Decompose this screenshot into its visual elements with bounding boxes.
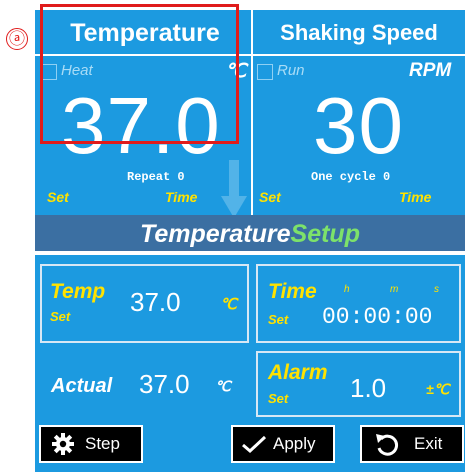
apply-button-label: Apply (273, 434, 316, 453)
actual-value: 37.0 (139, 369, 190, 399)
time-hours-label: h (344, 284, 350, 295)
alarm-set-unit: ±℃ (426, 381, 450, 397)
undo-arrow-icon (376, 434, 399, 456)
step-button-label: Step (85, 434, 120, 453)
header-divider (35, 54, 465, 56)
repeat-count: Repeat 0 (127, 170, 185, 184)
panel-divider (251, 10, 253, 215)
shaking-speed-value: 30 (313, 81, 404, 170)
temp-time-label: Time (165, 189, 198, 205)
dialog-title: TemperatureSetup (35, 215, 465, 251)
run-checkbox[interactable] (257, 64, 273, 80)
actual-label: Actual (51, 375, 113, 397)
time-field-set-label: Set (268, 312, 289, 327)
temperature-value: 37.0 (61, 81, 221, 170)
temp-field-set-label: Set (50, 309, 71, 324)
dialog-title-accent: Setup (290, 220, 360, 248)
temp-set-field[interactable]: Temp Set 37.0 ℃ (40, 264, 249, 343)
apply-button[interactable]: Apply (231, 425, 335, 463)
temp-field-label: Temp (50, 280, 106, 303)
speed-set-label: Set (259, 189, 281, 205)
cycle-count: One cycle 0 (311, 170, 391, 184)
time-minutes-label: m (390, 284, 399, 295)
device-screen: Temperature Shaking Speed Heat ℃ 37.0 Re… (35, 10, 465, 472)
temp-set-unit: ℃ (220, 296, 237, 313)
dialog-title-main: Temperature (140, 220, 291, 248)
checkmark-icon (242, 435, 267, 454)
dialog-divider (35, 251, 465, 255)
alarm-set-value: 1.0 (350, 373, 387, 403)
alarm-field-set-label: Set (268, 391, 289, 406)
rpm-unit: RPM (409, 60, 452, 81)
alarm-field-label: Alarm (268, 361, 328, 384)
time-set-field[interactable]: Time Set h m s 00:00:00 (256, 264, 461, 343)
step-button[interactable]: Step (39, 425, 143, 463)
time-field-label: Time (268, 280, 317, 303)
speed-time-label: Time (399, 189, 432, 205)
actual-unit: ℃ (215, 378, 231, 394)
temp-set-value: 37.0 (130, 287, 181, 317)
gear-icon (52, 433, 74, 455)
heat-checkbox[interactable] (41, 64, 57, 80)
temp-set-label: Set (47, 189, 69, 205)
temperature-panel-title[interactable]: Temperature (41, 10, 249, 54)
time-seconds-label: s (434, 284, 439, 295)
shaking-speed-panel-title[interactable]: Shaking Speed (255, 10, 463, 54)
down-arrow-icon (221, 160, 247, 218)
alarm-set-field[interactable]: Alarm Set 1.0 ±℃ (256, 351, 461, 417)
run-label: Run (277, 62, 305, 79)
annotation-marker: ⓐ (6, 28, 28, 50)
exit-button-label: Exit (414, 434, 443, 453)
time-set-value: 00:00:00 (322, 304, 433, 330)
exit-button[interactable]: Exit (360, 425, 464, 463)
